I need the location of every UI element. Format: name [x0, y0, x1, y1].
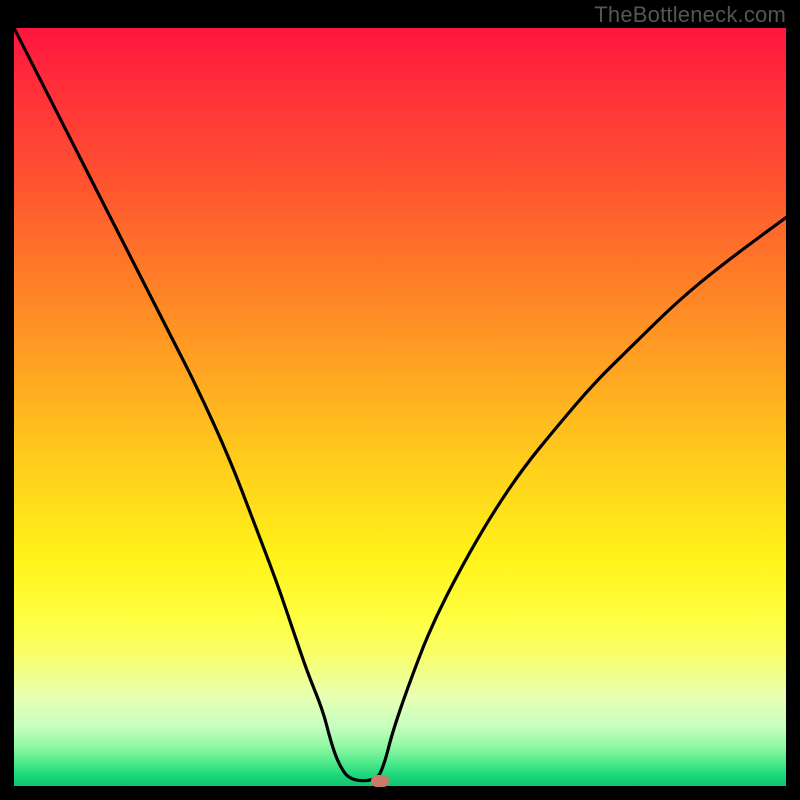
bottleneck-curve: [14, 28, 786, 781]
plot-area: [14, 28, 786, 786]
watermark-label: TheBottleneck.com: [594, 2, 786, 28]
optimal-point-marker: [371, 775, 389, 787]
chart-frame: TheBottleneck.com: [0, 0, 800, 800]
curve-svg: [14, 28, 786, 786]
